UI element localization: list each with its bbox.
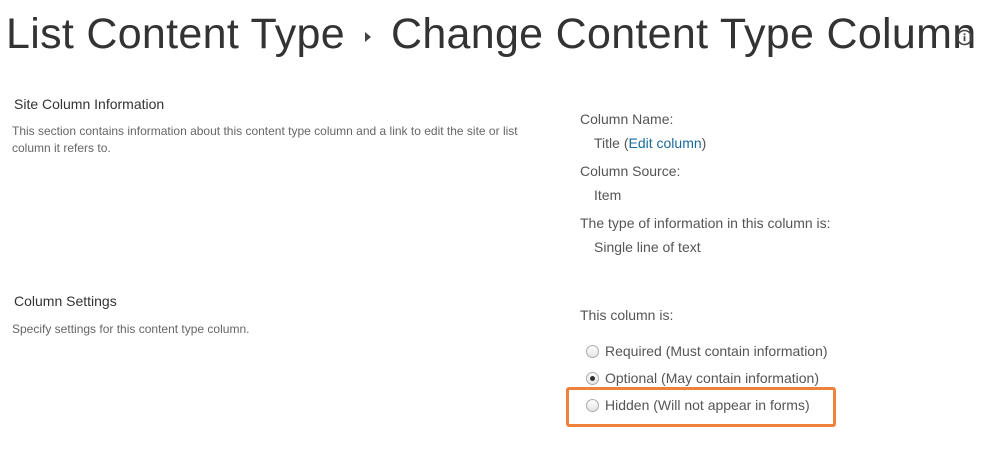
column-settings-description: Specify settings for this content type c… bbox=[12, 322, 250, 336]
edit-column-link[interactable]: Edit column bbox=[629, 135, 702, 151]
breadcrumb-parent[interactable]: List Content Type bbox=[6, 6, 345, 62]
radio-button-optional[interactable] bbox=[586, 371, 599, 385]
column-status-label: This column is: bbox=[580, 307, 674, 323]
column-source-value: Item bbox=[594, 187, 622, 203]
radio-option-required[interactable]: Required (Must contain information) bbox=[586, 343, 828, 359]
radio-label-required[interactable]: Required (Must contain information) bbox=[605, 343, 828, 359]
column-name: Title bbox=[594, 135, 620, 151]
column-name-label: Column Name: bbox=[580, 111, 674, 127]
column-name-value: Title (Edit column) bbox=[594, 135, 706, 151]
edit-column-paren-close: ) bbox=[701, 135, 707, 151]
highlight-box bbox=[566, 387, 836, 427]
page: List Content Type Change Content Type Co… bbox=[0, 0, 1001, 456]
radio-button-required[interactable] bbox=[586, 344, 599, 358]
site-column-info-description: This section contains information about … bbox=[12, 124, 518, 155]
column-type-label: The type of information in this column i… bbox=[580, 215, 831, 231]
column-type-value: Single line of text bbox=[594, 239, 701, 255]
caret-right-icon bbox=[364, 32, 371, 42]
radio-option-optional[interactable]: Optional (May contain information) bbox=[586, 370, 819, 386]
page-title: Change Content Type Column bbox=[390, 10, 977, 58]
breadcrumb: List Content Type Change Content Type Co… bbox=[6, 6, 976, 62]
radio-label-optional[interactable]: Optional (May contain information) bbox=[605, 370, 819, 386]
column-source-label: Column Source: bbox=[580, 163, 681, 179]
column-settings-title: Column Settings bbox=[14, 293, 117, 309]
site-column-info-title: Site Column Information bbox=[14, 96, 165, 112]
info-icon[interactable] bbox=[956, 29, 973, 46]
